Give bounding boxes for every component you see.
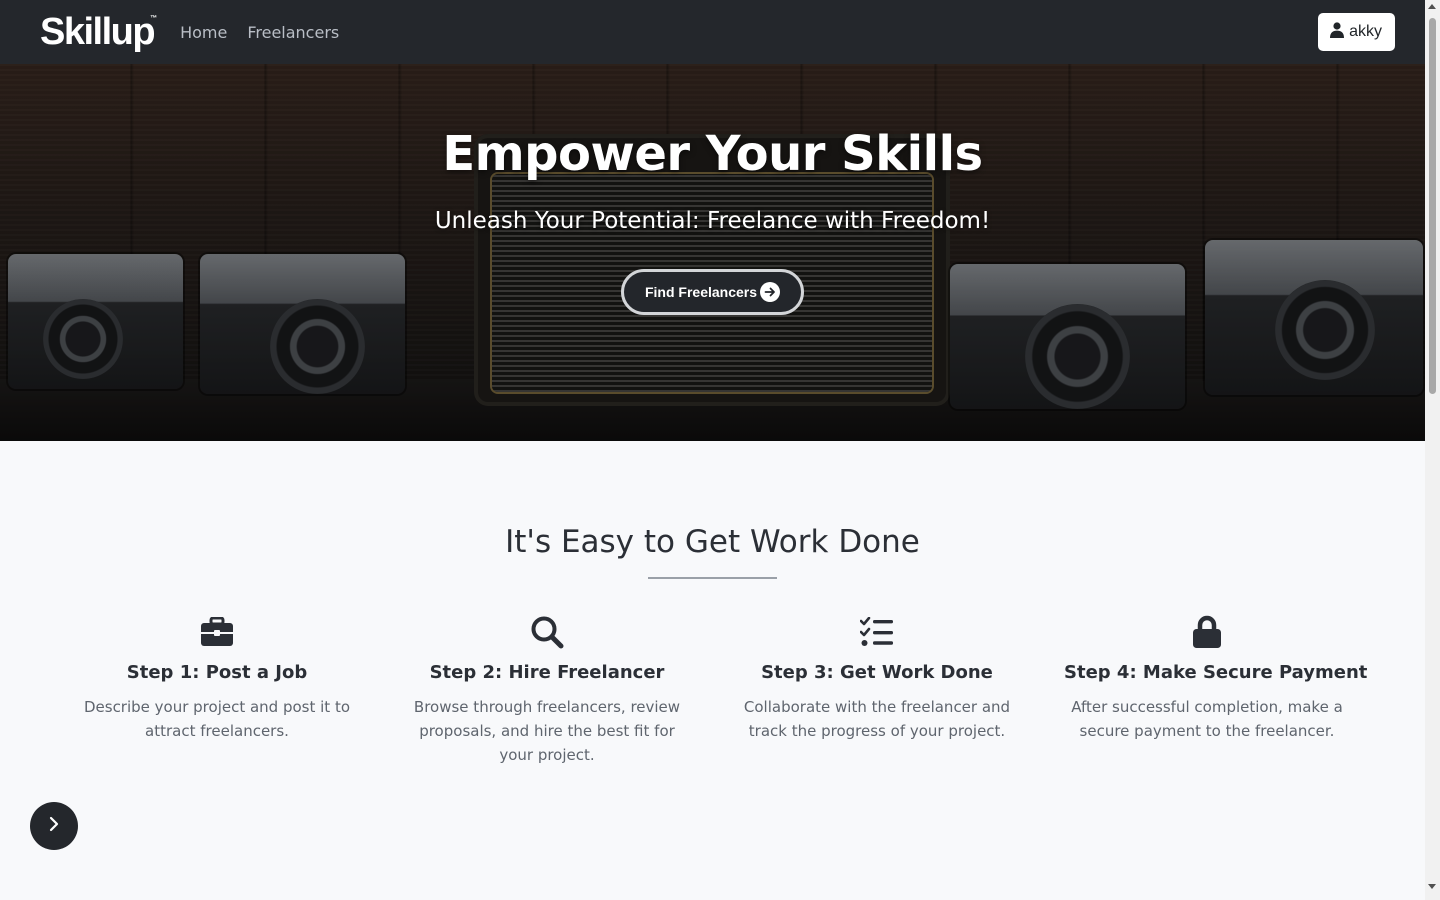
brand-name: Skillup <box>40 11 156 53</box>
step-secure-payment: Step 4: Make Secure Payment After succes… <box>1042 612 1372 767</box>
nav-link-home[interactable]: Home <box>180 23 227 42</box>
arrow-right-circle-icon <box>760 282 781 302</box>
step-post-job: Step 1: Post a Job Describe your project… <box>52 612 382 767</box>
step-description: Describe your project and post it to att… <box>83 698 351 740</box>
hero-content: Empower Your Skills Unleash Your Potenti… <box>0 64 1425 441</box>
find-freelancers-button[interactable]: Find Freelancers <box>621 269 804 315</box>
section-title: It's Easy to Get Work Done <box>505 524 920 560</box>
hero-title: Empower Your Skills <box>442 126 983 182</box>
lock-icon <box>1064 612 1350 652</box>
step-title: Step 3: Get Work Done <box>761 662 993 683</box>
step-description: Collaborate with the freelancer and trac… <box>743 698 1011 740</box>
chevron-right-icon <box>48 816 60 836</box>
scroll-down-arrow-icon[interactable] <box>1428 884 1436 889</box>
search-icon <box>404 612 690 652</box>
step-title: Step 2: Hire Freelancer <box>429 662 665 683</box>
hero-banner: Empower Your Skills Unleash Your Potenti… <box>0 64 1425 441</box>
scroll-up-arrow-icon[interactable] <box>1428 4 1436 9</box>
top-navbar: Skillup ™ Home Freelancers akky <box>0 0 1425 64</box>
user-name: akky <box>1349 23 1382 40</box>
step-hire-freelancer: Step 2: Hire Freelancer Browse through f… <box>382 612 712 767</box>
find-freelancers-label: Find Freelancers <box>644 284 758 300</box>
page-scrollbar[interactable] <box>1425 0 1440 900</box>
section-divider <box>648 577 777 579</box>
step-description: After successful completion, make a secu… <box>1071 698 1343 740</box>
brand-logo[interactable]: Skillup ™ <box>40 11 158 53</box>
scrollbar-thumb[interactable] <box>1429 18 1436 394</box>
briefcase-icon <box>74 612 360 652</box>
brand-trademark: ™ <box>150 15 158 22</box>
task-list-icon <box>734 612 1020 652</box>
user-menu-button[interactable]: akky <box>1318 13 1395 51</box>
user-icon <box>1330 21 1345 43</box>
floating-expand-button[interactable] <box>30 802 78 850</box>
step-get-work-done: Step 3: Get Work Done Collaborate with t… <box>712 612 1042 767</box>
steps-list: Step 1: Post a Job Describe your project… <box>52 612 1372 767</box>
step-title: Step 4: Make Secure Payment <box>1064 662 1368 683</box>
step-title: Step 1: Post a Job <box>126 662 308 683</box>
nav-link-freelancers[interactable]: Freelancers <box>247 23 339 42</box>
hero-subtitle: Unleash Your Potential: Freelance with F… <box>434 208 991 234</box>
step-description: Browse through freelancers, review propo… <box>413 698 681 764</box>
